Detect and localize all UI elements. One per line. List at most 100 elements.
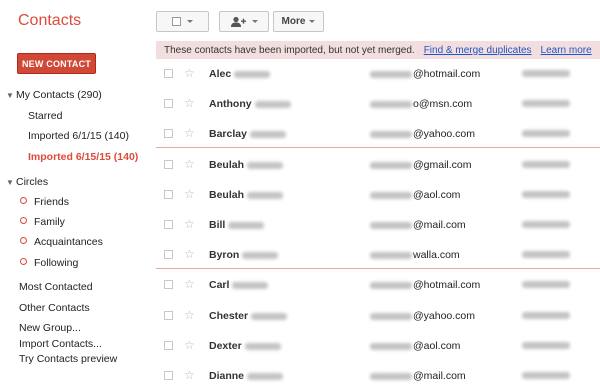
star-icon[interactable]: ☆: [184, 368, 195, 382]
row-checkbox[interactable]: [164, 69, 173, 78]
contact-email-domain: @hotmail.com: [413, 68, 481, 80]
star-icon[interactable]: ☆: [184, 338, 195, 352]
contact-row[interactable]: ☆ Beulah @aol.com: [156, 180, 600, 210]
add-to-group-button[interactable]: [219, 11, 269, 32]
sidebar-item-label: Friends: [34, 196, 70, 208]
contact-email-domain: @yahoo.com: [413, 310, 476, 322]
redacted-last-name: [234, 70, 271, 78]
contact-row[interactable]: ☆ Byron walla.com: [156, 240, 600, 270]
contact-row[interactable]: ☆ Bill @mail.com: [156, 210, 600, 240]
redacted-email-user: [370, 251, 412, 259]
star-icon[interactable]: ☆: [184, 277, 195, 291]
contact-name: Carl: [209, 279, 269, 291]
contact-email: @aol.com: [370, 340, 460, 352]
contact-email: @mail.com: [370, 370, 466, 382]
redacted-phone: [522, 251, 570, 258]
row-checkbox[interactable]: [164, 99, 173, 108]
circle-icon: [20, 237, 27, 244]
star-icon[interactable]: ☆: [184, 217, 195, 231]
contact-name: Chester: [209, 310, 288, 322]
contact-email-domain: walla.com: [413, 249, 460, 261]
star-icon[interactable]: ☆: [184, 187, 195, 201]
redacted-email-user: [370, 372, 412, 380]
contact-first-name: Dianne: [209, 370, 245, 382]
banner-message: These contacts have been imported, but n…: [164, 44, 415, 56]
contact-row[interactable]: ☆ Alec @hotmail.com: [156, 59, 600, 89]
contact-name: Beulah: [209, 189, 284, 201]
star-icon[interactable]: ☆: [184, 96, 195, 110]
more-button[interactable]: More: [273, 11, 324, 32]
contact-name: Dexter: [209, 340, 282, 352]
redacted-phone: [522, 161, 570, 168]
circle-icon: [20, 197, 27, 204]
sidebar-item-other-contacts[interactable]: Other Contacts: [19, 302, 90, 314]
sidebar-item-label: Circles: [16, 176, 49, 188]
contact-email: @aol.com: [370, 189, 460, 201]
sidebar-item-imported-6-15-15[interactable]: Imported 6/15/15 (140): [28, 151, 138, 163]
more-label: More: [281, 16, 306, 27]
contact-row[interactable]: ☆ Barclay @yahoo.com: [156, 119, 600, 149]
contact-row[interactable]: ☆ Chester @yahoo.com: [156, 301, 600, 331]
sidebar-item-imported-6-1-15[interactable]: Imported 6/1/15 (140): [28, 130, 129, 142]
try-contacts-preview-link[interactable]: Try Contacts preview: [19, 353, 117, 365]
sidebar-item-my-contacts[interactable]: ▼ My Contacts (290): [6, 89, 102, 101]
contact-email-domain: @aol.com: [413, 189, 461, 201]
row-checkbox[interactable]: [164, 250, 173, 259]
redacted-phone: [522, 100, 570, 107]
sidebar-item-acquaintances[interactable]: Acquaintances: [20, 236, 103, 248]
row-checkbox[interactable]: [164, 190, 173, 199]
contact-first-name: Beulah: [209, 189, 245, 201]
row-checkbox[interactable]: [164, 220, 173, 229]
row-checkbox[interactable]: [164, 371, 173, 380]
sidebar-item-friends[interactable]: Friends: [20, 196, 69, 208]
sidebar-item-family[interactable]: Family: [20, 216, 65, 228]
select-all-dropdown[interactable]: [156, 11, 209, 32]
contact-name: Byron: [209, 249, 279, 261]
new-contact-button[interactable]: NEW CONTACT: [17, 53, 96, 74]
sidebar-item-label: Most Contacted: [19, 281, 93, 293]
contact-email-domain: o@msn.com: [413, 98, 473, 110]
contact-row[interactable]: ☆ Dexter @aol.com: [156, 331, 600, 361]
contact-email-domain: @mail.com: [413, 219, 466, 231]
redacted-email-user: [370, 161, 412, 169]
contact-row[interactable]: ☆ Carl @hotmail.com: [156, 270, 600, 300]
row-checkbox[interactable]: [164, 280, 173, 289]
contact-email-domain: @gmail.com: [413, 159, 472, 171]
star-icon[interactable]: ☆: [184, 308, 195, 322]
row-checkbox[interactable]: [164, 311, 173, 320]
star-icon[interactable]: ☆: [184, 66, 195, 80]
contact-first-name: Chester: [209, 310, 249, 322]
row-checkbox[interactable]: [164, 341, 173, 350]
row-checkbox[interactable]: [164, 160, 173, 169]
contact-name: Beulah: [209, 159, 284, 171]
contact-email: @gmail.com: [370, 159, 472, 171]
chevron-down-icon: ▼: [6, 178, 14, 187]
star-icon[interactable]: ☆: [184, 247, 195, 261]
contact-name: Alec: [209, 68, 271, 80]
contact-name: Anthony: [209, 98, 292, 110]
star-icon[interactable]: ☆: [184, 126, 195, 140]
sidebar-item-circles[interactable]: ▼ Circles: [6, 176, 48, 188]
find-merge-duplicates-link[interactable]: Find & merge duplicates: [424, 45, 532, 56]
redacted-last-name: [246, 191, 283, 199]
star-icon[interactable]: ☆: [184, 157, 195, 171]
add-person-icon: [231, 16, 246, 27]
learn-more-link[interactable]: Learn more: [541, 45, 592, 56]
redacted-email-user: [370, 191, 412, 199]
link-label: Import Contacts...: [19, 338, 102, 350]
sidebar-item-most-contacted[interactable]: Most Contacted: [19, 281, 93, 293]
import-contacts-link[interactable]: Import Contacts...: [19, 338, 102, 350]
sidebar-item-starred[interactable]: Starred: [28, 110, 62, 122]
redacted-email-user: [370, 221, 412, 229]
new-group-link[interactable]: New Group...: [19, 322, 81, 334]
contact-row[interactable]: ☆ Beulah @gmail.com: [156, 150, 600, 180]
row-checkbox[interactable]: [164, 129, 173, 138]
contact-first-name: Anthony: [209, 98, 252, 110]
contact-row[interactable]: ☆ Anthony o@msn.com: [156, 89, 600, 119]
sidebar-item-following[interactable]: Following: [20, 257, 78, 269]
contact-name: Bill: [209, 219, 265, 231]
redacted-email-user: [370, 70, 412, 78]
redacted-last-name: [254, 100, 291, 108]
redacted-last-name: [244, 342, 281, 350]
app-title: Contacts: [18, 12, 82, 29]
